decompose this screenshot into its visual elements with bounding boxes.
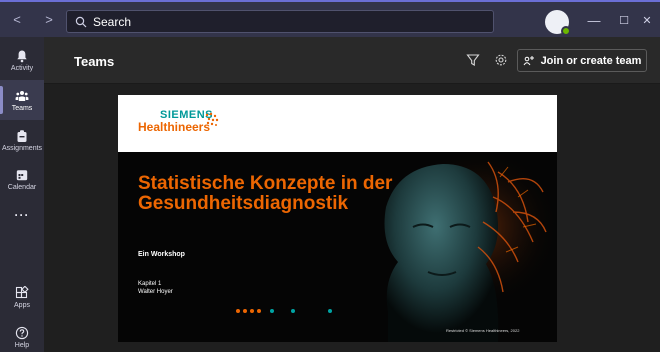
- rail-item-teams[interactable]: Teams: [0, 80, 44, 120]
- slide-footer: Restricted © Siemens Healthineers, 2022: [446, 328, 520, 333]
- join-or-create-team-button[interactable]: Join or create team: [517, 49, 647, 72]
- rail-label: Teams: [11, 104, 33, 112]
- presentation-slide[interactable]: SIEMENS Healthineers Statistische Konzep…: [118, 95, 557, 342]
- dot-mark: [328, 309, 332, 313]
- calendar-icon: [16, 169, 28, 180]
- join-button-label: Join or create team: [540, 54, 642, 67]
- rail-item-assignments[interactable]: Assignments: [0, 120, 44, 160]
- more-icon: ···: [14, 208, 30, 222]
- slide-body: Statistische Konzepte in der Gesundheits…: [118, 152, 557, 342]
- apps-icon: [15, 285, 29, 298]
- logo-healthineers-text: Healthineers: [138, 120, 211, 134]
- slide-chapter: Kapitel 1: [138, 281, 162, 287]
- rail-item-more[interactable]: ···: [0, 195, 44, 235]
- rail-label: Calendar: [7, 183, 37, 191]
- back-arrow-icon[interactable]: <: [10, 12, 24, 27]
- forward-arrow-icon[interactable]: >: [42, 12, 56, 27]
- teams-icon: [15, 90, 29, 101]
- rail-item-help[interactable]: Help: [0, 317, 44, 352]
- slide-title: Statistische Konzepte in der Gesundheits…: [138, 173, 393, 214]
- page-title: Teams: [74, 54, 115, 69]
- presence-available-icon: [561, 26, 571, 36]
- dot-mark: [291, 309, 295, 313]
- main-content: SIEMENS Healthineers Statistische Konzep…: [44, 84, 660, 352]
- siemens-healthineers-logo: SIEMENS Healthineers: [138, 109, 213, 134]
- slide-subtitle: Ein Workshop: [138, 251, 185, 258]
- page-header: Teams Join or create team: [44, 37, 660, 84]
- settings-gear-icon[interactable]: [494, 53, 508, 67]
- assignments-icon: [17, 129, 27, 142]
- app-rail: Activity Teams Assignments Calendar ··· …: [0, 37, 44, 352]
- slide-meta: Kapitel 1 Walter Hoyer: [138, 280, 173, 296]
- history-nav: < >: [10, 12, 56, 27]
- search-bar[interactable]: [66, 10, 494, 33]
- dot-mark: [257, 309, 261, 313]
- slide-dot-pattern: [236, 309, 332, 313]
- dot-mark: [270, 309, 274, 313]
- rail-item-calendar[interactable]: Calendar: [0, 159, 44, 199]
- rail-label: Apps: [14, 301, 30, 309]
- dot-mark: [243, 309, 247, 313]
- title-bar: < > — ☐ ✕: [0, 0, 660, 37]
- rail-item-apps[interactable]: Apps: [0, 277, 44, 317]
- slide-author: Walter Hoyer: [138, 289, 173, 295]
- maximize-button[interactable]: ☐: [613, 10, 635, 30]
- dot-mark: [250, 309, 254, 313]
- teams-app: < > — ☐ ✕ Activity Teams Assignments Cal…: [0, 0, 660, 352]
- healthineers-dots-icon: [205, 112, 219, 126]
- search-input[interactable]: [93, 14, 473, 29]
- rail-label: Assignments: [1, 144, 43, 152]
- dot-mark: [236, 309, 240, 313]
- rail-label: Help: [14, 341, 30, 349]
- help-icon: [15, 326, 29, 339]
- close-button[interactable]: ✕: [636, 10, 658, 30]
- rail-item-activity[interactable]: Activity: [0, 40, 44, 80]
- add-team-icon: [523, 55, 534, 65]
- slide-logo-band: SIEMENS Healthineers: [118, 95, 557, 152]
- rail-label: Activity: [10, 64, 34, 72]
- bell-icon: [17, 50, 27, 62]
- filter-icon[interactable]: [466, 53, 480, 67]
- minimize-button[interactable]: —: [583, 10, 605, 30]
- search-icon: [75, 16, 87, 27]
